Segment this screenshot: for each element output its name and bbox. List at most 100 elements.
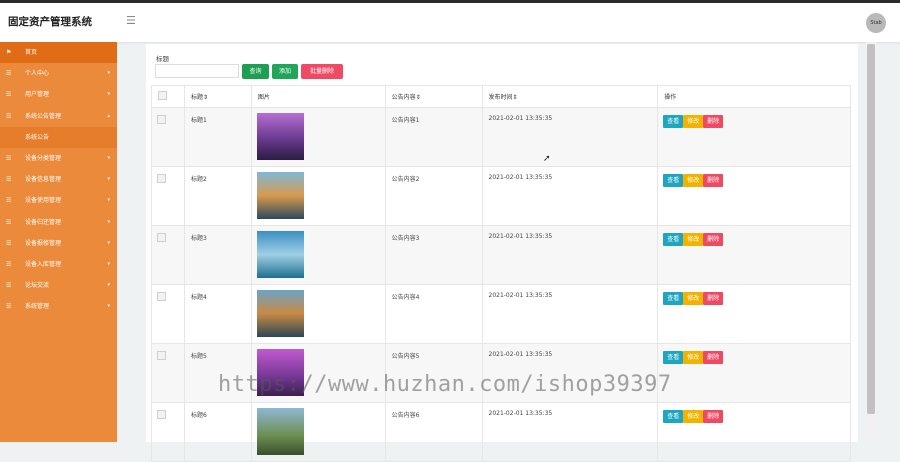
select-all-checkbox[interactable] [158,91,167,100]
sidebar-item-label: 设备报修管理 [25,239,62,247]
sidebar-item-label: 论坛交流 [25,282,50,290]
sidebar-item-label: 个人中心 [25,70,50,78]
view-button[interactable]: 查看 [663,174,684,187]
row-content: 公告内容1 [391,117,420,124]
sidebar-item-forum[interactable]: ☰ 论坛交流 ▾ [0,275,117,296]
delete-button[interactable]: 删除 [703,115,724,128]
row-image [256,172,304,219]
chevron-down-icon: ▾ [107,197,110,204]
row-content: 公告内容6 [391,412,420,419]
avatar[interactable]: Stab [866,13,886,33]
sidebar-item-label: 设备归还管理 [25,218,62,226]
row-time: 2021-02-01 13:35:35 [488,233,553,240]
row-image [256,231,304,278]
column-header-time[interactable]: 发布时间⇕ [481,85,659,108]
list-icon: ☰ [6,70,12,78]
list-icon: ☰ [6,218,12,226]
sidebar-item-label: 设备信息管理 [25,176,62,184]
edit-button[interactable]: 修改 [683,115,704,128]
batch-delete-button[interactable]: 批量删除 [301,64,343,79]
row-title: 标题3 [190,235,207,242]
row-actions: 查看 修改 删除 [658,108,850,128]
watermark: https://www.huzhan.com/ishop39397 [218,372,672,397]
row-checkbox[interactable] [157,174,166,183]
column-header-label: 公告内容 [391,94,416,101]
delete-button[interactable]: 删除 [703,410,724,423]
row-time: 2021-02-01 13:35:35 [488,174,553,181]
sort-icon[interactable]: ⇕ [513,94,518,101]
chevron-up-icon: ▴ [107,112,110,119]
row-time: 2021-02-01 13:35:35 [488,410,553,417]
view-button[interactable]: 查看 [663,233,684,246]
edit-button[interactable]: 修改 [683,410,704,423]
sidebar-item-device-info[interactable]: ☰ 设备信息管理 ▾ [0,169,117,190]
query-button[interactable]: 查询 [242,64,269,79]
header-select-all[interactable] [151,85,185,108]
chevron-down-icon: ▾ [107,91,110,98]
table-row: 标题4 公告内容4 2021-02-01 13:35:35 查看 修改 删除 [151,284,851,344]
search-input[interactable] [155,64,239,78]
chevron-down-icon: ▾ [107,70,110,77]
column-header-title[interactable]: 标题⇕ [183,85,252,108]
row-content: 公告内容4 [391,294,420,301]
row-checkbox[interactable] [157,292,166,301]
hamburger-icon[interactable]: ☰ [126,14,136,27]
view-button[interactable]: 查看 [663,292,684,305]
sidebar: ⚑ 首页 ☰ 个人中心 ▾ ☰ 用户管理 ▾ ☰ 系统公告管理 ▴ 系统公告 ☰ 设备分类管理 ▾… [0,42,117,442]
row-checkbox[interactable] [157,115,166,124]
sidebar-item-label: 系统公告管理 [25,112,62,120]
table-row: 标题3 公告内容3 2021-02-01 13:35:35 查看 修改 删除 [151,225,851,285]
sidebar-subitem-notice[interactable]: 系统公告 [0,126,117,148]
list-icon: ☰ [6,154,12,162]
list-icon: ☰ [6,239,12,247]
row-time: 2021-02-01 13:35:35 [488,115,553,122]
edit-button[interactable]: 修改 [683,174,704,187]
sidebar-item-notice-management[interactable]: ☰ 系统公告管理 ▴ [0,106,117,127]
row-title: 标题5 [190,353,207,360]
list-icon: ☰ [6,260,12,268]
list-icon: ☰ [6,197,12,205]
sidebar-item-user-management[interactable]: ☰ 用户管理 ▾ [0,84,117,105]
sidebar-item-device-repair[interactable]: ☰ 设备报修管理 ▾ [0,233,117,254]
chevron-down-icon: ▾ [107,303,110,310]
row-image [256,408,304,455]
sort-icon[interactable]: ⇕ [416,94,421,101]
top-header: 固定资产管理系统 ☰ Stab [0,0,900,42]
view-button[interactable]: 查看 [663,115,684,128]
table-row: 标题1 公告内容1 2021-02-01 13:35:35 查看 修改 删除 [151,107,851,167]
row-checkbox[interactable] [157,410,166,419]
sidebar-item-device-storage[interactable]: ☰ 设备入库管理 ▾ [0,254,117,275]
sidebar-item-category[interactable]: ☰ 设备分类管理 ▾ [0,148,117,169]
sidebar-item-personal-center[interactable]: ☰ 个人中心 ▾ [0,63,117,84]
sidebar-item-system[interactable]: ☰ 系统管理 ▾ [0,296,117,317]
edit-button[interactable]: 修改 [683,292,704,305]
row-checkbox[interactable] [157,351,166,360]
sort-icon[interactable]: ⇕ [203,94,208,101]
column-header-image: 图片 [250,85,386,108]
sidebar-item-device-return[interactable]: ☰ 设备归还管理 ▾ [0,212,117,233]
sidebar-item-home[interactable]: ⚑ 首页 [0,42,117,64]
row-image [256,113,304,160]
row-image [256,290,304,337]
scrollbar-thumb[interactable] [867,44,875,414]
delete-button[interactable]: 删除 [703,351,724,364]
mouse-cursor-icon: ➚ [543,154,551,164]
flag-icon: ⚑ [6,49,12,56]
edit-button[interactable]: 修改 [683,351,704,364]
edit-button[interactable]: 修改 [683,233,704,246]
column-header-content[interactable]: 公告内容⇕ [384,85,483,108]
sidebar-item-device-usage[interactable]: ☰ 设备使用管理 ▾ [0,190,117,211]
add-button[interactable]: 添加 [272,64,298,79]
chevron-down-icon: ▾ [107,218,110,225]
view-button[interactable]: 查看 [663,410,684,423]
row-checkbox[interactable] [157,233,166,242]
delete-button[interactable]: 删除 [703,174,724,187]
row-actions: 查看 修改 删除 [658,285,850,305]
list-icon: ☰ [6,282,12,290]
delete-button[interactable]: 删除 [703,292,724,305]
row-time: 2021-02-01 13:35:35 [488,351,553,358]
delete-button[interactable]: 删除 [703,233,724,246]
view-button[interactable]: 查看 [663,351,684,364]
list-icon: ☰ [6,303,12,311]
column-header-actions: 操作 [657,85,851,108]
